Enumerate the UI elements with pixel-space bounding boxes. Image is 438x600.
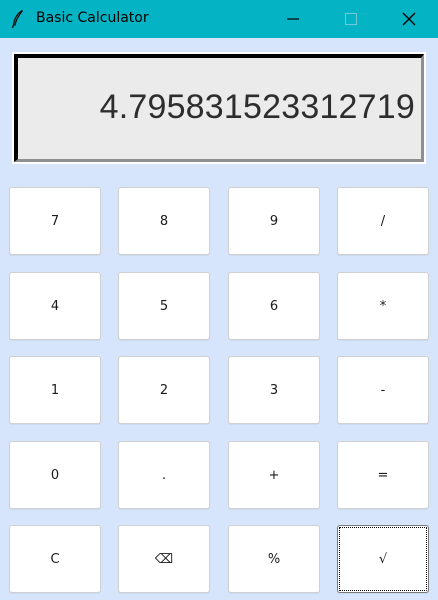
minimize-icon xyxy=(287,18,299,20)
key-2[interactable]: 2 xyxy=(118,356,210,424)
display-screen: 4.795831523312719 xyxy=(14,54,424,162)
key-multiply[interactable]: * xyxy=(337,272,429,340)
display-value: 4.795831523312719 xyxy=(99,88,415,126)
title-bar[interactable]: Basic Calculator xyxy=(0,0,438,38)
key-0[interactable]: 0 xyxy=(9,441,101,509)
key-subtract[interactable]: - xyxy=(337,356,429,424)
close-icon xyxy=(402,12,416,26)
key-9[interactable]: 9 xyxy=(228,187,320,255)
key-divide[interactable]: / xyxy=(337,187,429,255)
key-7[interactable]: 7 xyxy=(9,187,101,255)
key-clear[interactable]: C xyxy=(9,525,101,593)
key-decimal[interactable]: . xyxy=(118,441,210,509)
key-4[interactable]: 4 xyxy=(9,272,101,340)
window-title: Basic Calculator xyxy=(36,10,149,26)
key-percent[interactable]: % xyxy=(228,525,320,593)
key-6[interactable]: 6 xyxy=(228,272,320,340)
key-1[interactable]: 1 xyxy=(9,356,101,424)
feather-icon xyxy=(10,9,26,29)
key-5[interactable]: 5 xyxy=(118,272,210,340)
key-equals[interactable]: = xyxy=(337,441,429,509)
key-3[interactable]: 3 xyxy=(228,356,320,424)
maximize-button[interactable] xyxy=(322,0,380,38)
key-add[interactable]: + xyxy=(228,441,320,509)
close-button[interactable] xyxy=(380,0,438,38)
maximize-icon xyxy=(345,13,357,25)
minimize-button[interactable] xyxy=(264,0,322,38)
key-backspace[interactable]: ⌫ xyxy=(118,525,210,593)
key-sqrt[interactable]: √ xyxy=(337,525,429,593)
key-8[interactable]: 8 xyxy=(118,187,210,255)
